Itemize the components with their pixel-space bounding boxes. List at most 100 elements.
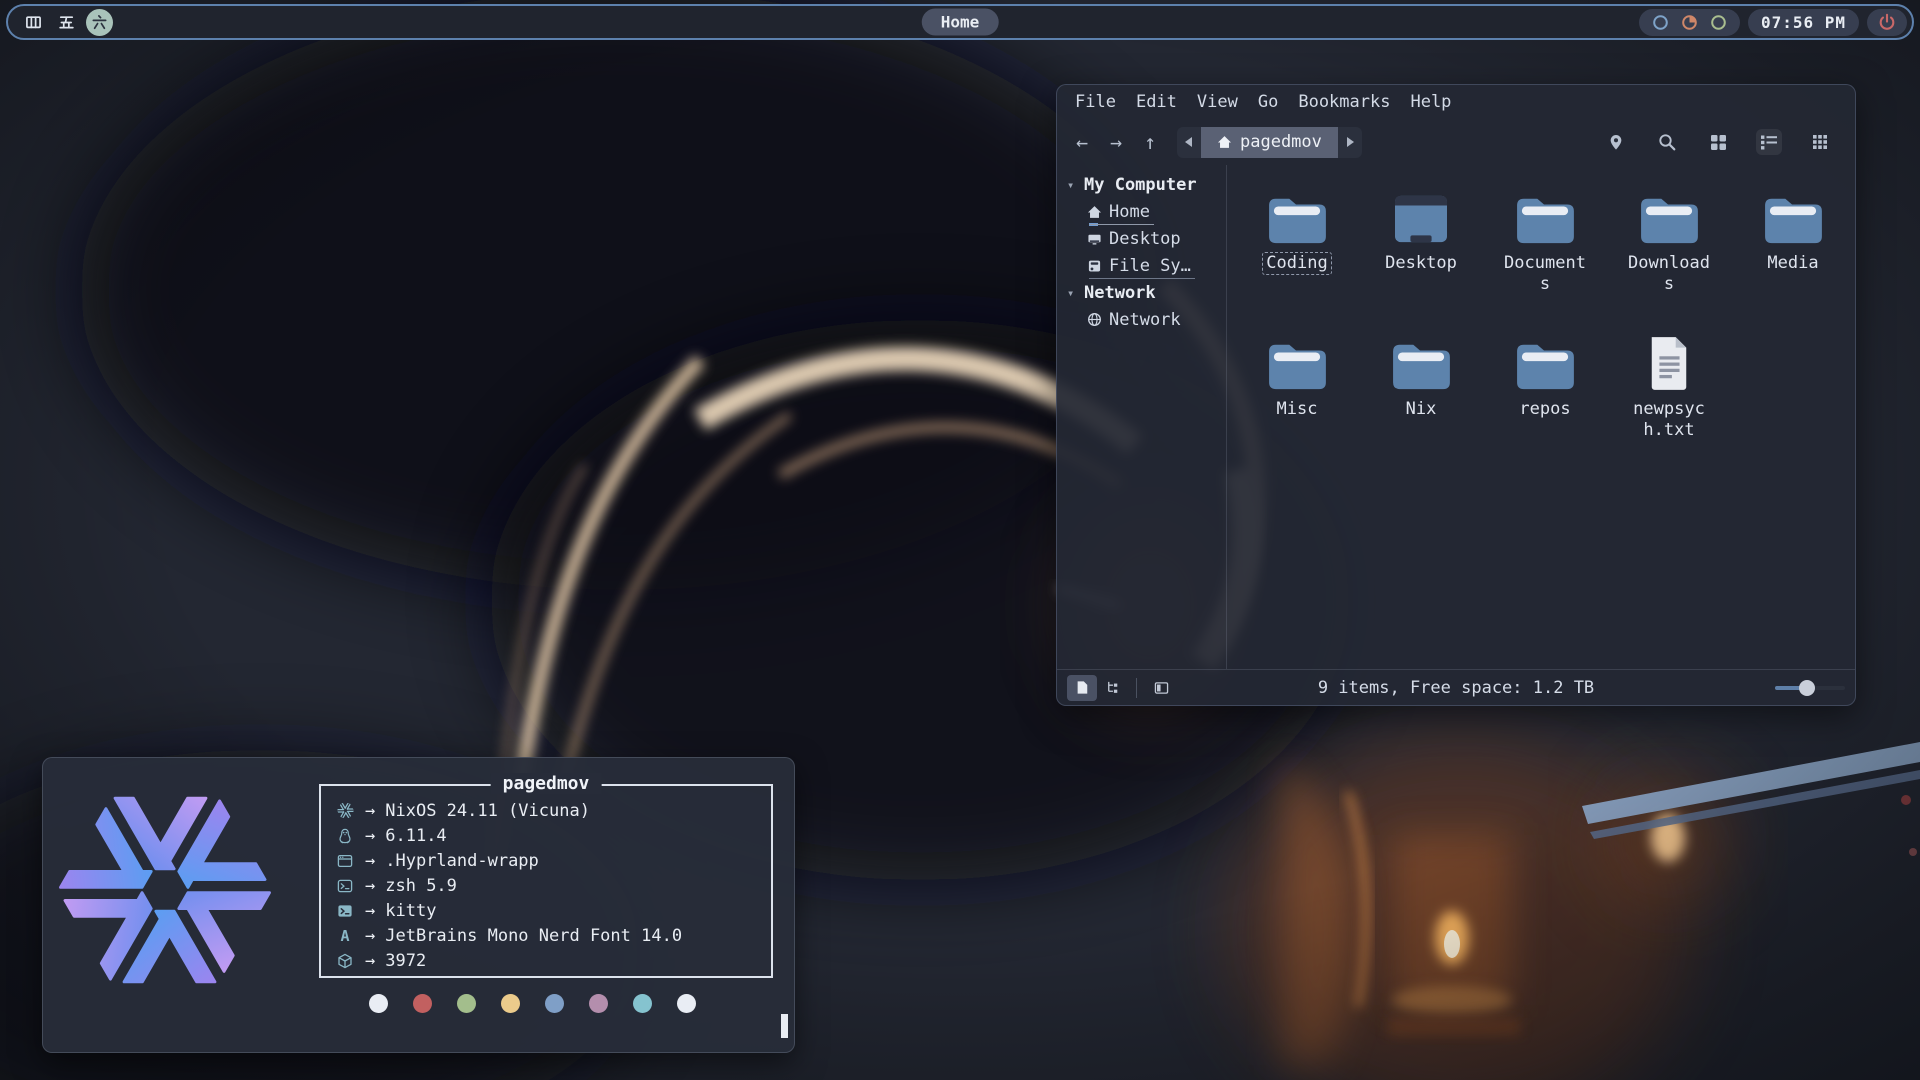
network-globe-icon — [1087, 312, 1102, 327]
wm-value: .Hyprland-wrapp — [385, 851, 539, 871]
side-pane-toggle-button[interactable] — [1146, 675, 1176, 701]
folder-icon — [1638, 183, 1700, 245]
desktop-folder-icon — [1392, 183, 1450, 245]
list-view-button[interactable] — [1756, 129, 1782, 155]
menu-go[interactable]: Go — [1248, 88, 1288, 116]
menu-edit[interactable]: Edit — [1126, 88, 1187, 116]
arrow-icon: → — [365, 851, 375, 871]
breadcrumb-current-segment[interactable]: pagedmov — [1201, 127, 1338, 158]
active-window-title: Home — [922, 9, 999, 36]
breadcrumb-current-label: pagedmov — [1240, 132, 1322, 152]
kanji-six-glyph — [91, 14, 108, 31]
file-item-documents[interactable]: Documents — [1483, 183, 1607, 329]
sidebar-item-label: File Sy… — [1109, 256, 1191, 276]
zoom-slider[interactable] — [1775, 680, 1845, 696]
power-icon — [1878, 13, 1896, 31]
arrow-icon: → — [365, 951, 375, 971]
info-row-kernel: → 6.11.4 — [334, 823, 771, 848]
topbar-right-modules: 07:56 PM — [1639, 9, 1907, 36]
icon-view-button[interactable] — [1705, 129, 1731, 155]
menu-bookmarks[interactable]: Bookmarks — [1288, 88, 1400, 116]
file-item-repos[interactable]: repos — [1483, 329, 1607, 475]
collapse-triangle-icon[interactable]: ▾ — [1067, 286, 1077, 300]
file-label: Desktop — [1381, 252, 1461, 275]
packages-value: 3972 — [385, 951, 426, 971]
sidebar-section-my-computer[interactable]: ▾ My Computer — [1067, 171, 1220, 198]
location-pin-button[interactable] — [1603, 129, 1629, 155]
workspace-six-active[interactable] — [86, 9, 113, 36]
workspace-four[interactable] — [20, 9, 47, 36]
sidebar-section-label: My Computer — [1084, 175, 1197, 195]
menu-file[interactable]: File — [1065, 88, 1126, 116]
file-grid: Coding Desktop — [1227, 165, 1855, 669]
terminal-cursor[interactable] — [781, 1014, 788, 1038]
tray-green-circle-icon[interactable] — [1710, 14, 1727, 31]
arrow-icon: → — [365, 901, 375, 921]
statusbar-separator — [1136, 678, 1137, 698]
file-item-downloads[interactable]: Downloads — [1607, 183, 1731, 329]
file-item-media[interactable]: Media — [1731, 183, 1855, 329]
terminal-window: pagedmov → NixOS 24.11 (Vicuna) → 6.11.4 — [42, 757, 795, 1053]
compact-view-icon — [1812, 134, 1828, 150]
chevron-left-icon — [1185, 137, 1193, 147]
shell-value: zsh 5.9 — [385, 876, 457, 896]
file-label: Misc — [1273, 398, 1322, 421]
status-summary: 9 items, Free space: 1.2 TB — [1318, 678, 1594, 698]
collapse-triangle-icon[interactable]: ▾ — [1067, 178, 1077, 192]
palette-dot — [413, 994, 432, 1013]
file-item-nix[interactable]: Nix — [1359, 329, 1483, 475]
tree-pane-button[interactable] — [1097, 675, 1127, 701]
document-pane-icon — [1075, 680, 1089, 695]
folder-icon — [1762, 183, 1824, 245]
os-value: NixOS 24.11 (Vicuna) — [385, 801, 590, 821]
font-value: JetBrains Mono Nerd Font 14.0 — [385, 926, 682, 946]
palette-dot — [633, 994, 652, 1013]
sidebar-item-network[interactable]: Network — [1067, 306, 1220, 333]
fastfetch-info-box: pagedmov → NixOS 24.11 (Vicuna) → 6.11.4 — [319, 784, 773, 978]
sidebar-section-network[interactable]: ▾ Network — [1067, 279, 1220, 306]
breadcrumb-next-button[interactable] — [1338, 127, 1362, 158]
breadcrumb-prev-button[interactable] — [1177, 127, 1201, 158]
file-item-newpsych-txt[interactable]: newpsych.txt — [1607, 329, 1731, 475]
zoom-slider-knob[interactable] — [1799, 680, 1815, 696]
workspace-five[interactable] — [53, 9, 80, 36]
info-row-shell: → zsh 5.9 — [334, 873, 771, 898]
location-pin-icon — [1608, 133, 1624, 152]
toolbar-action-icons — [1603, 129, 1845, 155]
file-item-coding[interactable]: Coding — [1235, 183, 1359, 329]
forward-button[interactable]: → — [1101, 127, 1131, 157]
tray-blue-circle-icon[interactable] — [1652, 14, 1669, 31]
arrow-icon: → — [365, 801, 375, 821]
folder-icon — [1266, 183, 1328, 245]
sidebar-item-desktop[interactable]: Desktop — [1067, 225, 1220, 252]
font-icon: A — [334, 927, 356, 945]
folder-icon — [1514, 183, 1576, 245]
back-button[interactable]: ← — [1067, 127, 1097, 157]
compact-view-button[interactable] — [1807, 129, 1833, 155]
palette-dot — [369, 994, 388, 1013]
places-pane-button[interactable] — [1067, 675, 1097, 701]
nix-icon — [334, 802, 356, 819]
directory-tree-icon — [1105, 680, 1120, 695]
sidebar-item-filesystem[interactable]: File Sy… — [1067, 252, 1220, 279]
palette-dot — [501, 994, 520, 1013]
shell-icon — [334, 878, 356, 894]
tux-icon — [334, 828, 356, 844]
menu-help[interactable]: Help — [1400, 88, 1461, 116]
fastfetch-title: pagedmov — [491, 773, 602, 794]
file-item-desktop[interactable]: Desktop — [1359, 183, 1483, 329]
menu-view[interactable]: View — [1187, 88, 1248, 116]
tray-record-circle-icon[interactable] — [1681, 14, 1698, 31]
info-row-os: → NixOS 24.11 (Vicuna) — [334, 798, 771, 823]
file-item-misc[interactable]: Misc — [1235, 329, 1359, 475]
side-pane-icon — [1154, 681, 1169, 695]
file-label: Media — [1763, 252, 1822, 275]
kanji-five-glyph — [58, 14, 75, 31]
arrow-icon: → — [365, 826, 375, 846]
power-button[interactable] — [1867, 9, 1907, 36]
up-button[interactable]: ↑ — [1135, 127, 1165, 157]
search-button[interactable] — [1654, 129, 1680, 155]
sidebar-item-home[interactable]: Home — [1067, 198, 1220, 225]
arrow-icon: → — [365, 926, 375, 946]
folder-icon — [1266, 329, 1328, 391]
